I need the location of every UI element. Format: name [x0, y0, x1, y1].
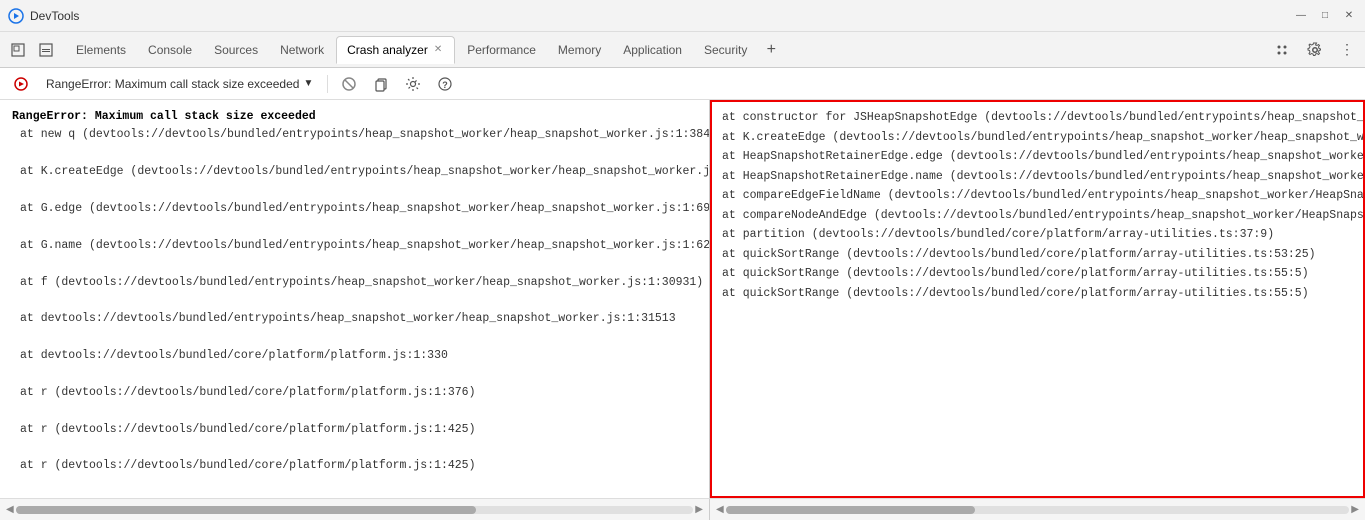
tab-performance[interactable]: Performance [457, 36, 546, 64]
tab-close-crash-analyzer[interactable]: ✕ [432, 44, 444, 55]
right-scrollbar-track[interactable] [726, 506, 1350, 514]
right-panel-content[interactable]: at constructor for JSHeapSnapshotEdge (d… [712, 102, 1363, 496]
left-panel: RangeError: Maximum call stack size exce… [0, 100, 710, 498]
settings-button[interactable] [1301, 36, 1329, 64]
right-stack-line: at HeapSnapshotRetainerEdge.name (devtoo… [722, 167, 1353, 187]
error-selector[interactable]: RangeError: Maximum call stack size exce… [40, 75, 319, 93]
scroll-right-arrow[interactable]: ▶ [693, 504, 705, 515]
gear-button[interactable] [400, 71, 426, 97]
error-selector-text: RangeError: Maximum call stack size exce… [46, 77, 299, 91]
error-title: RangeError: Maximum call stack size exce… [12, 110, 316, 123]
title-bar: DevTools — □ ✕ [0, 0, 1365, 32]
right-stack-line: at K.createEdge (devtools://devtools/bun… [722, 128, 1353, 148]
tab-icon-1[interactable] [4, 36, 32, 64]
tab-crash-analyzer[interactable]: Crash analyzer ✕ [336, 36, 455, 64]
block-icon-button[interactable] [336, 71, 362, 97]
tab-bar-left-icons [4, 36, 60, 64]
restore-button[interactable]: □ [1317, 8, 1333, 24]
scroll-right-right-arrow[interactable]: ▶ [1349, 504, 1361, 515]
tab-bar-right-icons: ⋮ [1269, 36, 1361, 64]
right-stack-line: at compareNodeAndEdge (devtools://devtoo… [722, 206, 1353, 226]
left-scrollbar-track[interactable] [16, 506, 694, 514]
scroll-right: ◀ ▶ [710, 499, 1365, 520]
stack-line: at K.createEdge (devtools://devtools/bun… [12, 163, 697, 181]
svg-text:?: ? [443, 80, 449, 90]
more-options-button[interactable]: ⋮ [1333, 36, 1361, 64]
toolbar-divider [327, 75, 328, 93]
right-stack-line: at HeapSnapshotRetainerEdge.edge (devtoo… [722, 147, 1353, 167]
left-panel-content[interactable]: RangeError: Maximum call stack size exce… [0, 100, 709, 498]
main-content: RangeError: Maximum call stack size exce… [0, 100, 1365, 498]
right-scrollbar-thumb[interactable] [726, 506, 975, 514]
stack-line: at G.name (devtools://devtools/bundled/e… [12, 237, 697, 255]
stack-line: at r (devtools://devtools/bundled/core/p… [12, 457, 697, 475]
tab-elements[interactable]: Elements [66, 36, 136, 64]
right-stack-line: at partition (devtools://devtools/bundle… [722, 225, 1353, 245]
tab-security[interactable]: Security [694, 36, 757, 64]
stack-line: at new q (devtools://devtools/bundled/en… [12, 126, 697, 144]
tab-console[interactable]: Console [138, 36, 202, 64]
stack-line: at r (devtools://devtools/bundled/core/p… [12, 421, 697, 439]
right-stack-line: at quickSortRange (devtools://devtools/b… [722, 245, 1353, 265]
devtools-logo-icon [8, 8, 24, 24]
bottom-scrollbar: ◀ ▶ ◀ ▶ [0, 498, 1365, 520]
tab-network[interactable]: Network [270, 36, 334, 64]
title-bar-title: DevTools [30, 9, 1293, 23]
chevron-down-icon: ▼ [303, 78, 313, 89]
tab-icon-2[interactable] [32, 36, 60, 64]
tab-sources[interactable]: Sources [204, 36, 268, 64]
minimize-button[interactable]: — [1293, 8, 1309, 24]
stack-line: at G.edge (devtools://devtools/bundled/e… [12, 200, 697, 218]
scroll-right-left-arrow[interactable]: ◀ [714, 504, 726, 515]
stack-line: at r (devtools://devtools/bundled/core/p… [12, 384, 697, 402]
left-scrollbar-thumb[interactable] [16, 506, 477, 514]
copy-button[interactable] [368, 71, 394, 97]
tab-application[interactable]: Application [613, 36, 692, 64]
right-stack-line: at constructor for JSHeapSnapshotEdge (d… [722, 108, 1353, 128]
right-stack-line: at compareEdgeFieldName (devtools://devt… [722, 186, 1353, 206]
right-panel: at constructor for JSHeapSnapshotEdge (d… [710, 100, 1365, 498]
scroll-left: ◀ ▶ [0, 499, 710, 520]
customize-devtools-button[interactable] [1269, 36, 1297, 64]
tab-bar: Elements Console Sources Network Crash a… [0, 32, 1365, 68]
secondary-toolbar: RangeError: Maximum call stack size exce… [0, 68, 1365, 100]
stack-line: at devtools://devtools/bundled/entrypoin… [12, 310, 697, 328]
tab-memory[interactable]: Memory [548, 36, 611, 64]
right-stack-line: at quickSortRange (devtools://devtools/b… [722, 284, 1353, 304]
right-stack-line: at quickSortRange (devtools://devtools/b… [722, 264, 1353, 284]
stack-line: at f (devtools://devtools/bundled/entryp… [12, 274, 697, 292]
title-bar-controls: — □ ✕ [1293, 8, 1357, 24]
stack-line: at devtools://devtools/bundled/core/plat… [12, 347, 697, 365]
close-button[interactable]: ✕ [1341, 8, 1357, 24]
help-button[interactable]: ? [432, 71, 458, 97]
scroll-left-arrow[interactable]: ◀ [4, 504, 16, 515]
add-tab-button[interactable]: + [759, 38, 783, 62]
record-button[interactable] [8, 71, 34, 97]
